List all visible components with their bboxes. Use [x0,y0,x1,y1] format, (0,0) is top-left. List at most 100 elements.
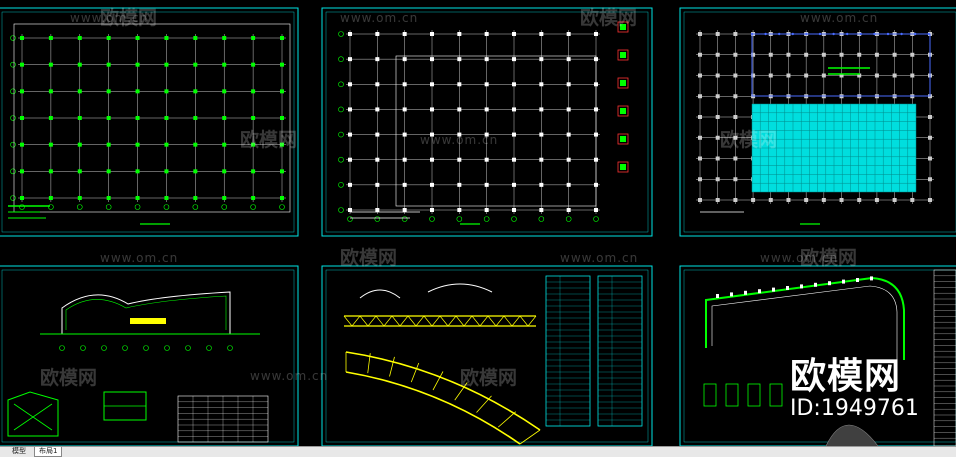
sheet2-plan [338,21,629,225]
column-mark [375,182,380,187]
drawing-sheet-2 [321,7,653,237]
arch-truss-web [497,411,517,428]
axis-bubble [105,204,112,210]
column-mark [892,52,897,57]
column-mark [751,198,756,202]
column-mark [375,82,380,87]
truss-web [479,315,489,327]
column-mark [512,157,516,162]
column-mark [430,57,434,62]
column-mark [804,198,809,202]
column-mark [928,198,932,202]
purlin-mark [716,294,719,298]
column-mark [566,32,571,36]
column-mark [348,82,352,87]
column-mark [512,208,516,212]
column-mark [48,62,53,67]
watermark-url: www.om.cn [420,133,498,147]
axis-bubble [538,216,545,222]
column-mark [698,52,702,57]
truss-web [415,315,425,327]
column-mark [164,169,169,174]
column-mark [20,89,24,94]
column-mark [715,156,720,161]
column-mark [566,157,571,162]
column-mark [280,89,284,94]
column-mark [512,57,516,62]
column-mark [20,62,24,67]
column-mark [48,142,53,147]
axis-bubble [227,345,233,351]
detail-brace [13,403,53,431]
building-section-inner [65,295,227,330]
column-mark [48,89,53,94]
column-mark [698,73,702,78]
column-mark [512,107,516,112]
column-mark [20,36,24,40]
column-mark [77,196,82,200]
column-mark [164,196,169,200]
purlin-dot [914,32,917,36]
detail-fill [620,136,626,142]
column-mark [910,52,915,57]
axis-bubble [10,115,16,121]
column-mark [77,36,82,40]
column-mark [733,73,738,78]
column-mark [193,36,198,40]
column-mark [484,107,489,112]
column-mark [77,142,82,147]
axis-bubble [338,182,344,188]
column-mark [48,169,53,174]
column-mark [457,208,462,212]
column-mark [135,169,140,174]
column-mark [164,142,169,147]
purlin-mark [856,278,859,282]
column-mark [135,142,140,147]
column-mark [106,89,111,94]
column-mark [106,36,111,40]
column-mark [804,73,809,78]
corner-shape [825,424,879,446]
column-mark [193,62,198,67]
column-mark [106,169,111,174]
axis-bubble [565,216,572,222]
axis-bubble [10,88,16,95]
column-mark [484,208,489,212]
purlin-mark [814,282,817,287]
column-mark [733,52,738,57]
truss-web [399,315,409,327]
column-mark [821,52,826,57]
column-mark [566,132,571,137]
column-mark [512,32,516,36]
column-mark [733,115,738,119]
truss-web [383,315,393,327]
column-mark [375,107,380,112]
column-mark [821,198,826,202]
arch-truss-web [476,395,492,413]
axis-bubble [143,345,149,351]
column-mark [566,208,571,212]
detail-fill [620,108,626,114]
purlin-mark [786,286,789,290]
tab-model[interactable]: 模型 [8,447,30,456]
sheet5-truss [343,275,643,445]
truss-web [527,315,537,327]
id-code-text: ID:1949761 [790,396,919,421]
column-mark [698,32,702,36]
axis-bubble [10,61,16,68]
sheet-inner-border [325,11,649,233]
column-mark [48,116,53,120]
axis-bubble [338,56,344,62]
connection-detail [769,383,783,407]
column-mark [857,198,862,202]
column-mark [402,32,407,36]
column-mark [222,116,227,120]
column-mark [193,89,198,94]
arch-truss-web [389,356,395,377]
member-table [545,275,591,427]
column-mark [733,32,738,36]
axis-bubble [593,216,599,222]
connection-detail [703,383,717,407]
watermark-url: www.om.cn [340,11,418,25]
purlin-dot [818,32,822,36]
